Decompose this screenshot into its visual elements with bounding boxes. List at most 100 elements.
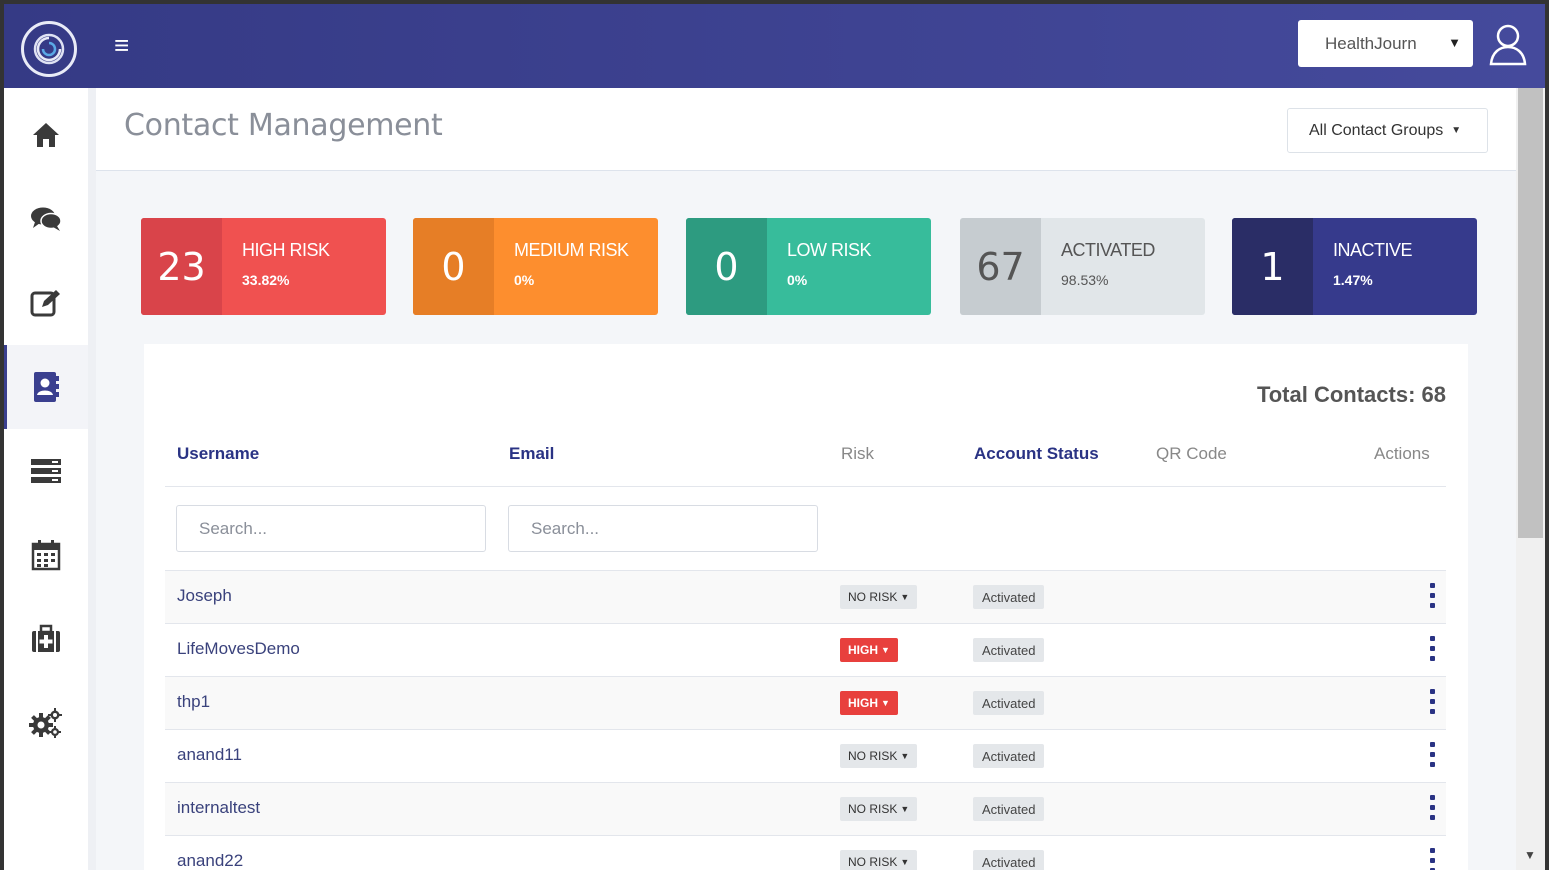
vertical-scrollbar[interactable]: ▼: [1516, 88, 1545, 870]
status-badge: Activated: [973, 797, 1045, 821]
hamburger-menu-icon[interactable]: ≡: [114, 32, 129, 58]
stat-label: MEDIUM RISK: [514, 240, 629, 260]
stat-percent: 98.53%: [1061, 272, 1109, 288]
more-actions-icon[interactable]: [1422, 742, 1442, 768]
sidebar-item-messages[interactable]: [4, 177, 88, 261]
chat-icon: [31, 207, 62, 231]
contacts-icon: [34, 372, 59, 402]
caret-down-icon: ▼: [900, 857, 910, 867]
user-profile-icon[interactable]: [1488, 22, 1528, 71]
stat-card-medium-risk[interactable]: 0 MEDIUM RISK 0%: [413, 218, 658, 315]
risk-label: HIGH: [848, 696, 878, 710]
caret-down-icon: ▼: [1451, 125, 1462, 136]
stat-card-inactive[interactable]: 1 INACTIVE 1.47%: [1232, 218, 1477, 315]
app-logo[interactable]: [21, 21, 77, 77]
app-window: ≡ HealthJourn ▼ Contact Management All C…: [4, 4, 1545, 870]
edit-icon: [30, 290, 60, 317]
stat-label: LOW RISK: [787, 240, 872, 260]
more-actions-icon[interactable]: [1422, 636, 1442, 662]
more-actions-icon[interactable]: [1422, 795, 1442, 821]
risk-dropdown[interactable]: NO RISK ▼: [840, 585, 918, 609]
stat-count: 67: [960, 218, 1041, 315]
organization-select[interactable]: HealthJourn ▼: [1298, 20, 1473, 67]
contact-group-filter-label: All Contact Groups: [1309, 121, 1444, 139]
sidebar-item-settings[interactable]: [4, 681, 88, 765]
top-navbar: ≡ HealthJourn ▼: [4, 4, 1545, 88]
organization-select-value: HealthJourn: [1325, 33, 1417, 53]
table-row[interactable]: thp1 HIGH ▼ Activated: [165, 676, 1446, 729]
stat-card-high-risk[interactable]: 23 HIGH RISK 33.82%: [141, 218, 386, 315]
status-badge: Activated: [973, 638, 1045, 662]
risk-label: NO RISK: [848, 855, 898, 869]
scroll-down-arrow-icon[interactable]: ▼: [1524, 848, 1536, 862]
sidebar-item-contacts[interactable]: [4, 345, 88, 429]
risk-dropdown[interactable]: NO RISK ▼: [840, 797, 918, 821]
stat-percent: 0%: [514, 272, 535, 288]
risk-dropdown[interactable]: NO RISK ▼: [840, 744, 918, 768]
stat-card-low-risk[interactable]: 0 LOW RISK 0%: [686, 218, 931, 315]
username-link[interactable]: internaltest: [177, 798, 260, 818]
sidebar-divider: [88, 88, 96, 870]
username-link[interactable]: Joseph: [177, 586, 232, 606]
scrollbar-thumb[interactable]: [1518, 88, 1543, 538]
column-header-actions: Actions: [1374, 444, 1430, 463]
stat-count: 0: [686, 218, 767, 315]
header-divider: [165, 486, 1446, 487]
caret-down-icon: ▼: [900, 804, 910, 814]
username-search-input[interactable]: [176, 505, 486, 552]
status-badge: Activated: [973, 850, 1045, 870]
sidebar-item-health[interactable]: [4, 597, 88, 681]
column-header-username[interactable]: Username: [177, 444, 259, 464]
caret-down-icon: ▼: [900, 592, 910, 602]
table-row[interactable]: Joseph NO RISK ▼ Activated: [165, 570, 1446, 623]
sidebar-item-forms[interactable]: [4, 261, 88, 345]
stat-percent: 33.82%: [242, 272, 290, 288]
contact-group-filter-button[interactable]: All Contact Groups ▼: [1287, 108, 1488, 153]
email-search-input[interactable]: [508, 505, 818, 552]
contacts-panel: Total Contacts: 68 Username Email Risk A…: [144, 344, 1468, 870]
medkit-icon: [32, 624, 60, 652]
main-content: Contact Management All Contact Groups ▼ …: [96, 88, 1545, 870]
sidebar-item-list[interactable]: [4, 429, 88, 513]
logo-swirl-icon: [33, 33, 65, 65]
risk-dropdown[interactable]: HIGH ▼: [840, 691, 898, 715]
more-actions-icon[interactable]: [1422, 583, 1442, 609]
column-header-risk: Risk: [841, 444, 875, 463]
more-actions-icon[interactable]: [1422, 689, 1442, 715]
column-header-account-status[interactable]: Account Status: [974, 444, 1099, 464]
risk-label: NO RISK: [848, 590, 898, 604]
calendar-icon: [31, 540, 61, 571]
stat-card-activated[interactable]: 67 ACTIVATED 98.53%: [960, 218, 1205, 315]
risk-dropdown[interactable]: HIGH ▼: [840, 638, 898, 662]
table-row[interactable]: internaltest NO RISK ▼ Activated: [165, 782, 1446, 835]
stat-label: INACTIVE: [1333, 240, 1413, 260]
table-row[interactable]: anand22 NO RISK ▼ Activated: [165, 835, 1446, 870]
settings-icon: [29, 708, 62, 738]
table-row[interactable]: LifeMovesDemo HIGH ▼ Activated: [165, 623, 1446, 676]
username-link[interactable]: LifeMovesDemo: [177, 639, 300, 659]
status-badge: Activated: [973, 691, 1045, 715]
risk-label: NO RISK: [848, 802, 898, 816]
username-link[interactable]: thp1: [177, 692, 210, 712]
chevron-down-icon: ▼: [1448, 35, 1461, 50]
risk-label: HIGH: [848, 643, 878, 657]
sidebar-item-home[interactable]: [4, 93, 88, 177]
column-header-qr-code: QR Code: [1156, 444, 1227, 463]
home-icon: [33, 123, 59, 147]
sidebar-item-calendar[interactable]: [4, 513, 88, 597]
stat-percent: 0%: [787, 272, 808, 288]
username-link[interactable]: anand22: [177, 851, 243, 870]
stat-count: 23: [141, 218, 222, 315]
table-row[interactable]: anand11 NO RISK ▼ Activated: [165, 729, 1446, 782]
more-actions-icon[interactable]: [1422, 848, 1442, 870]
status-badge: Activated: [973, 585, 1045, 609]
column-header-email[interactable]: Email: [509, 444, 554, 464]
caret-down-icon: ▼: [900, 751, 910, 761]
username-link[interactable]: anand11: [177, 745, 242, 765]
stat-count: 1: [1232, 218, 1313, 315]
caret-down-icon: ▼: [881, 645, 890, 655]
risk-dropdown[interactable]: NO RISK ▼: [840, 850, 918, 870]
stat-count: 0: [413, 218, 494, 315]
stat-label: ACTIVATED: [1061, 240, 1155, 260]
page-header: Contact Management All Contact Groups ▼: [96, 88, 1516, 171]
